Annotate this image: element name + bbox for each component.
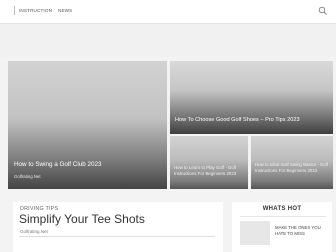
featured-main-source: Golfrating.Net (14, 174, 41, 179)
nav-item-news[interactable]: NEWS (58, 8, 72, 13)
featured-image (8, 61, 167, 189)
divider (240, 216, 326, 217)
featured-card-small-left[interactable] (170, 136, 248, 189)
search-icon[interactable] (318, 6, 328, 16)
nav-item-instruction[interactable]: INSTRUCTION (19, 8, 52, 13)
featured-small-left-title[interactable]: How to Learn to Play Golf - Golf Instruc… (174, 165, 246, 176)
divider (19, 236, 215, 237)
featured-main-title[interactable]: How to Swing a Golf Club 2023 (14, 161, 102, 169)
widget-item-title[interactable]: MAKE THE ONES YOU HATE TO MISS (275, 225, 330, 236)
ad-banner-area (0, 24, 336, 57)
featured-top-right-title[interactable]: How To Choose Good Golf Shoes – Pro Tips… (175, 117, 300, 124)
featured-image (170, 136, 248, 189)
top-navigation-bar: INSTRUCTION NEWS (0, 0, 336, 24)
post-title[interactable]: Simplify Your Tee Shots (19, 212, 145, 226)
featured-card-main[interactable] (8, 61, 167, 189)
widget-title: WHATS HOT (262, 206, 302, 212)
nav-divider (14, 6, 15, 15)
post-source: Golfrating.Net (20, 229, 48, 234)
featured-small-right-title[interactable]: How to Ideal Golf Swing Basics - Golf In… (255, 162, 331, 173)
widget-thumbnail[interactable] (240, 221, 270, 245)
